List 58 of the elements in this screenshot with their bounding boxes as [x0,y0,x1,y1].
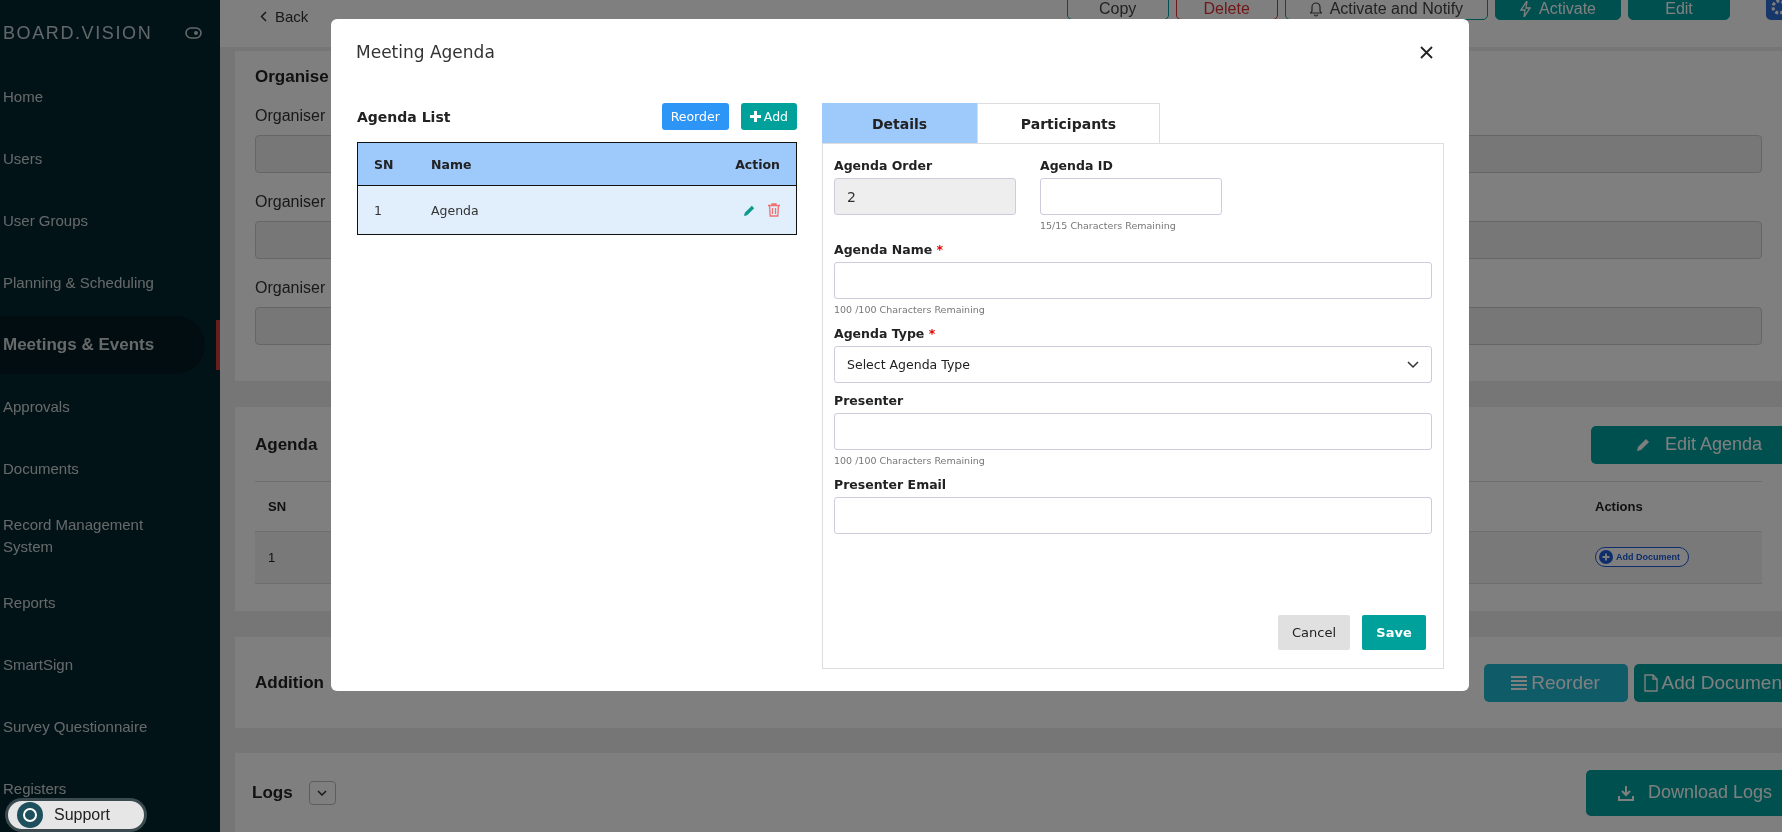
sidebar-item[interactable]: Survey Questionnaire [0,696,205,758]
add-document-button[interactable]: Add Documen [1633,663,1782,702]
sidebar-item[interactable]: Approvals [0,376,205,438]
select-field[interactable]: Select Agenda Type [834,346,1432,383]
support-button[interactable]: Support [5,798,147,832]
column-header: Actions [1595,498,1643,514]
sidebar-item[interactable]: User Groups [0,190,205,252]
reorder-button[interactable]: Reorder [661,103,729,130]
sidebar-item[interactable]: Home [0,66,205,128]
column-header: SN [374,156,395,172]
column-header: Action [735,156,780,172]
field-label: Agenda Order [834,157,934,175]
column-header: Name [431,156,473,172]
field-label: Organiser [255,193,326,211]
add-document-button[interactable]: Add Document [1595,547,1689,568]
sidebar-item[interactable]: Documents [0,438,205,500]
notify-button[interactable]: Activate and Notify [1284,0,1489,20]
column-header: SN [268,498,287,514]
dialog-title: Meeting Agenda [356,42,495,62]
sidebar-item[interactable]: Record Management System [0,500,205,572]
sidebar-item[interactable]: Users [0,128,205,190]
character-counter: 100 /100 Characters Remaining [834,304,986,316]
section-title: Agenda [255,434,318,455]
field-label: Agenda ID [1040,157,1114,175]
edit-agenda-button[interactable]: Edit Agenda [1590,425,1782,464]
section-title: Organise [255,67,329,87]
section-title: Addition [255,672,324,693]
edit-button[interactable]: Edit [1628,0,1730,20]
download-logs-button[interactable]: Download Logs [1585,769,1782,816]
tab[interactable]: Participants [977,103,1160,143]
tab[interactable]: Details [822,103,977,143]
activate-button[interactable]: Activate [1495,0,1621,20]
field-label: Organiser [255,107,326,125]
sidebar-item[interactable]: Planning & Scheduling [0,252,205,314]
field-label: Organiser [255,279,326,297]
table-cell-text: Agenda [431,202,480,218]
character-counter: 100 /100 Characters Remaining [834,455,986,467]
table-cell-text: 1 [374,202,383,218]
list-title: Agenda List [357,108,451,125]
field-label: Presenter [834,392,905,410]
sidebar-item[interactable]: SmartSign [0,634,205,696]
sidebar-item[interactable]: Reports [0,572,205,634]
save-button[interactable]: Save [1362,615,1426,650]
field-label: Agenda Name * [834,241,945,259]
field-label: Presenter Email [834,476,948,494]
character-counter: 15/15 Characters Remaining [1040,220,1177,232]
table-cell: 1 [268,549,276,565]
add-button[interactable]: Add [740,103,797,130]
delete-button[interactable]: Delete [1175,0,1278,20]
sidebar-item[interactable]: Meetings & Events [0,316,205,374]
copy-button[interactable]: Copy [1066,0,1169,20]
section-title: Logs [252,782,293,803]
field-label: Agenda Type * [834,325,937,343]
input-field[interactable]: 2 [834,178,1016,215]
brand-logo: BOARD.VISION [3,22,153,44]
back-button[interactable]: Back [260,8,309,25]
reorder-button[interactable]: Reorder [1483,663,1628,702]
cancel-button[interactable]: Cancel [1278,615,1350,650]
